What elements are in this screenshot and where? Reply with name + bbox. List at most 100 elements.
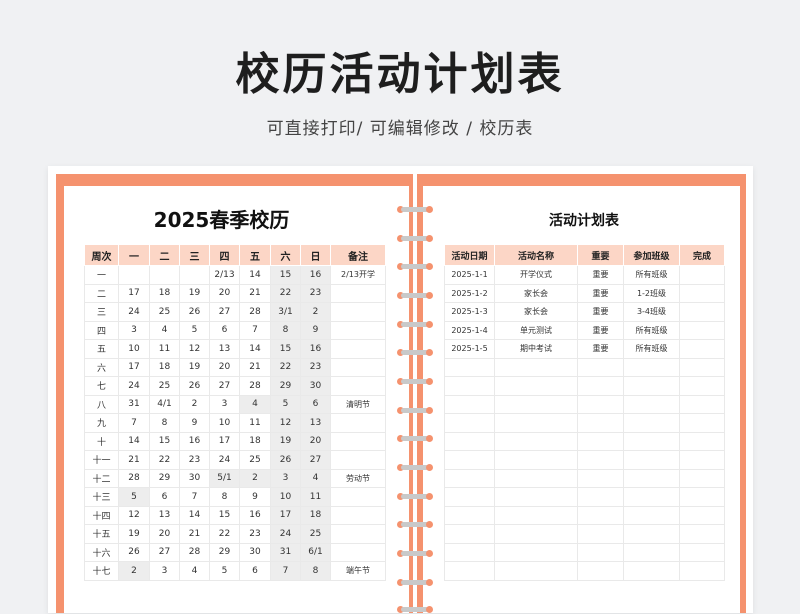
- plan-empty-row: [444, 450, 725, 470]
- plan-empty-row: [444, 468, 725, 488]
- date-cell: 3: [149, 561, 180, 581]
- plan-cell: [577, 450, 624, 470]
- date-cell: 2: [239, 468, 271, 488]
- note-cell: 端午节: [330, 561, 386, 581]
- week-number-cell: 三: [84, 302, 119, 322]
- plan-cell: [577, 394, 624, 414]
- date-cell: 17: [118, 283, 150, 303]
- plan-empty-row: [444, 524, 725, 544]
- date-cell: 6/1: [300, 542, 331, 562]
- plan-cell: [444, 524, 495, 544]
- date-cell: 13: [209, 339, 240, 359]
- week-number-cell: 一: [84, 265, 119, 285]
- plan-column-header: 活动名称: [494, 244, 578, 266]
- plan-cell: [444, 450, 495, 470]
- date-cell: 8: [209, 487, 240, 507]
- date-cell: 20: [209, 283, 240, 303]
- activity-plan-table: 活动日期 活动名称 重要 参加班级 完成 2025-1-1 开学仪式 重要 所有班级 2025-…: [444, 244, 725, 581]
- date-cell: 4: [239, 394, 271, 414]
- school-calendar-table: 周次一二三四五六日备注 一 2/13 14 15 16 2/13开学二 17 18 19 20 21…: [84, 244, 386, 581]
- date-cell: 22: [270, 357, 301, 377]
- plan-cell: [623, 542, 680, 562]
- plan-cell: [444, 357, 495, 377]
- note-cell: [330, 339, 386, 359]
- date-cell: 31: [118, 394, 150, 414]
- date-cell: 20: [149, 524, 180, 544]
- date-cell: 25: [300, 524, 331, 544]
- note-cell: [330, 542, 386, 562]
- plan-cell: 重要: [577, 302, 624, 322]
- date-cell: 21: [118, 450, 150, 470]
- date-cell: 18: [300, 505, 331, 525]
- date-cell: 18: [149, 283, 180, 303]
- date-cell: 10: [118, 339, 150, 359]
- plan-empty-row: [444, 561, 725, 581]
- plan-cell: [679, 320, 725, 340]
- date-cell: 21: [239, 283, 271, 303]
- date-cell: 13: [149, 505, 180, 525]
- date-cell: 2: [118, 561, 150, 581]
- plan-cell: [577, 505, 624, 525]
- plan-cell: [577, 431, 624, 451]
- date-cell: 15: [270, 265, 301, 285]
- date-cell: 3: [270, 468, 301, 488]
- date-cell: [118, 265, 150, 285]
- date-cell: 29: [209, 542, 240, 562]
- week-number-cell: 八: [84, 394, 119, 414]
- binder-ring: [397, 290, 433, 300]
- plan-cell: 家长会: [494, 302, 578, 322]
- calendar-row: 一 2/13 14 15 16 2/13开学: [84, 265, 386, 285]
- calendar-row: 十三 5 6 7 8 9 10 11: [84, 487, 386, 507]
- plan-row: 2025-1-2 家长会 重要 1-2班级: [444, 283, 725, 303]
- plan-empty-row: [444, 487, 725, 507]
- plan-cell: 2025-1-3: [444, 302, 495, 322]
- plan-cell: [679, 376, 725, 396]
- date-cell: 4/1: [149, 394, 180, 414]
- calendar-row: 五 10 11 12 13 14 15 16: [84, 339, 386, 359]
- calendar-row: 十二 28 29 30 5/1 2 3 4 劳动节: [84, 468, 386, 488]
- plan-cell: 2025-1-4: [444, 320, 495, 340]
- plan-cell: [494, 394, 578, 414]
- plan-header-row: 活动日期 活动名称 重要 参加班级 完成: [444, 244, 725, 266]
- plan-cell: [623, 413, 680, 433]
- binder-ring: [397, 433, 433, 443]
- date-cell: 4: [149, 320, 180, 340]
- date-cell: 2: [300, 302, 331, 322]
- plan-cell: [494, 561, 578, 581]
- date-cell: 5: [179, 320, 210, 340]
- plan-cell: [444, 505, 495, 525]
- date-cell: 18: [239, 431, 271, 451]
- plan-cell: [577, 542, 624, 562]
- date-cell: 24: [118, 302, 150, 322]
- week-number-cell: 四: [84, 320, 119, 340]
- plan-cell: [679, 431, 725, 451]
- week-number-cell: 十三: [84, 487, 119, 507]
- date-cell: 17: [209, 431, 240, 451]
- date-cell: 27: [209, 376, 240, 396]
- plan-cell: [577, 357, 624, 377]
- plan-cell: 期中考试: [494, 339, 578, 359]
- binder-ring: [397, 462, 433, 472]
- date-cell: 11: [239, 413, 271, 433]
- calendar-column-header: 日: [300, 244, 331, 266]
- date-cell: 20: [300, 431, 331, 451]
- binder-ring: [397, 319, 433, 329]
- date-cell: 21: [239, 357, 271, 377]
- calendar-row: 八 31 4/1 2 3 4 5 6 清明节: [84, 394, 386, 414]
- calendar-row: 六 17 18 19 20 21 22 23: [84, 357, 386, 377]
- date-cell: 12: [118, 505, 150, 525]
- plan-empty-row: [444, 542, 725, 562]
- date-cell: 28: [239, 376, 271, 396]
- plan-cell: [494, 450, 578, 470]
- date-cell: 9: [179, 413, 210, 433]
- date-cell: 26: [179, 376, 210, 396]
- plan-column-header: 参加班级: [623, 244, 680, 266]
- date-cell: 30: [239, 542, 271, 562]
- note-cell: 2/13开学: [330, 265, 386, 285]
- week-number-cell: 二: [84, 283, 119, 303]
- plan-cell: [494, 468, 578, 488]
- date-cell: 14: [239, 265, 271, 285]
- date-cell: 24: [118, 376, 150, 396]
- date-cell: 14: [118, 431, 150, 451]
- date-cell: 12: [179, 339, 210, 359]
